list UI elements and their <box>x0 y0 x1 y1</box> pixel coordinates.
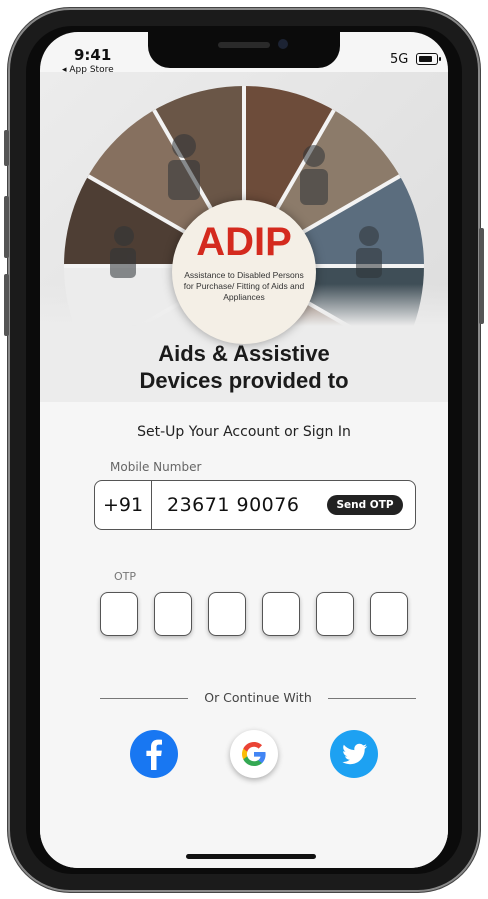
notch <box>148 32 340 68</box>
mobile-number-input[interactable]: 23671 90076 <box>167 481 299 529</box>
mobile-number-field[interactable]: +91 23671 90076 Send OTP <box>94 480 416 530</box>
phone-screen: 9:41 ◂ App Store 5G ADIP Assistance to D… <box>40 32 448 868</box>
otp-label: OTP <box>114 570 137 583</box>
google-icon <box>242 742 266 766</box>
otp-input-row <box>100 592 420 638</box>
battery-icon <box>416 53 441 65</box>
facebook-icon <box>146 739 162 770</box>
banner-headline-line2: Devices provided to <box>139 368 349 393</box>
otp-digit-2[interactable] <box>154 592 192 636</box>
silent-switch <box>4 130 9 166</box>
adip-logo-text: ADIP <box>196 220 292 264</box>
otp-digit-4[interactable] <box>262 592 300 636</box>
twitter-icon <box>342 743 368 765</box>
divider-line-right <box>328 698 416 699</box>
otp-digit-1[interactable] <box>100 592 138 636</box>
otp-digit-6[interactable] <box>370 592 408 636</box>
adip-seal: ADIP Assistance to Disabled Persons for … <box>172 200 316 344</box>
banner-headline-line1: Aids & Assistive <box>158 341 330 366</box>
send-otp-button[interactable]: Send OTP <box>327 495 403 515</box>
otp-digit-3[interactable] <box>208 592 246 636</box>
power-button <box>479 228 484 324</box>
back-to-app-store-link[interactable]: ◂ App Store <box>62 65 114 75</box>
or-continue-divider: Or Continue With <box>100 690 416 706</box>
hero-banner: ADIP Assistance to Disabled Persons for … <box>40 72 448 446</box>
form-heading: Set-Up Your Account or Sign In <box>137 424 351 440</box>
speaker-grille <box>218 42 270 48</box>
volume-down-button <box>4 274 9 336</box>
banner-headline: Aids & Assistive Devices provided to <box>40 340 448 394</box>
status-time: 9:41 <box>74 46 112 64</box>
country-code-selector[interactable]: +91 <box>95 481 152 529</box>
sign-in-form: Set-Up Your Account or Sign In Mobile Nu… <box>40 402 448 868</box>
otp-digit-5[interactable] <box>316 592 354 636</box>
home-indicator[interactable] <box>186 854 316 859</box>
adip-logo-subtitle: Assistance to Disabled Persons for Purch… <box>183 270 305 302</box>
network-indicator: 5G <box>390 52 409 67</box>
front-camera <box>278 39 288 49</box>
twitter-login-button[interactable] <box>330 730 378 778</box>
mobile-number-label: Mobile Number <box>110 460 202 474</box>
facebook-login-button[interactable] <box>130 730 178 778</box>
google-login-button[interactable] <box>230 730 278 778</box>
volume-up-button <box>4 196 9 258</box>
